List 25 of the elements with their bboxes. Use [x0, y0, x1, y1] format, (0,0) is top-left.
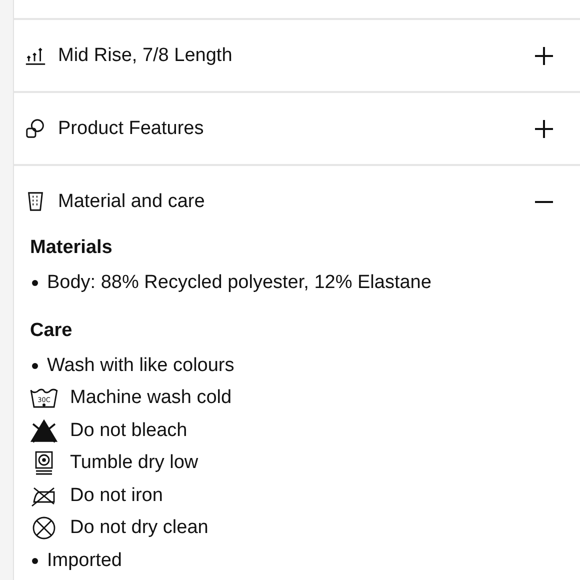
materials-heading: Materials: [30, 236, 114, 260]
care-instruction: Do not iron: [70, 484, 163, 507]
plus-icon: [534, 46, 554, 66]
accordion-header[interactable]: Mid Rise, 7/8 Length: [14, 20, 580, 93]
care-instruction: Imported: [47, 550, 122, 572]
crossed-triangle-icon: [30, 418, 58, 443]
care-instruction: Wash with like colours: [47, 354, 234, 377]
care-instruction: Do not bleach: [70, 420, 188, 442]
bullet-icon: [32, 362, 38, 369]
crossed-circle-icon: [30, 516, 58, 540]
section-title: Material and care: [58, 190, 206, 212]
care-instruction: Do not dry clean: [70, 517, 208, 540]
accordion-header[interactable]: Product Features: [14, 93, 580, 166]
care-instruction: Machine wash cold: [70, 387, 232, 410]
bullet-icon: [32, 558, 38, 564]
plus-icon: [534, 118, 554, 138]
accordion-header[interactable]: Material and care: [14, 166, 580, 237]
section-title: Mid Rise, 7/8 Length: [58, 44, 234, 66]
bullet-icon: [32, 280, 38, 286]
care-heading: Care: [30, 318, 74, 342]
care-instruction: Tumble dry low: [70, 452, 198, 474]
minus-icon: [534, 200, 554, 202]
shapes-icon: [24, 117, 47, 140]
section-title: Product Features: [58, 118, 205, 140]
material-text: Body: 88% Recycled polyester, 12% Elastane: [47, 272, 432, 294]
